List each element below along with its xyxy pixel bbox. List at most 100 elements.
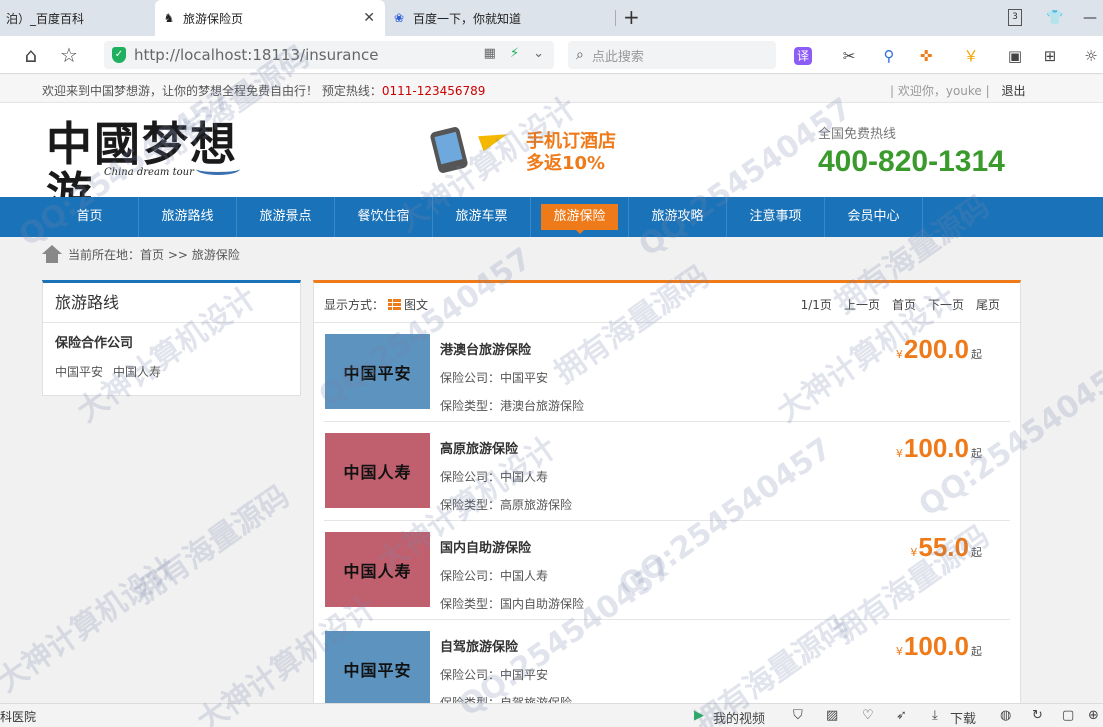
brightness-icon[interactable]: ☼	[1080, 45, 1102, 67]
nav-item[interactable]: 旅游攻略	[629, 197, 727, 237]
insurance-company: 保险公司：中国人寿	[440, 468, 572, 485]
type-prefix: 保险类型：	[440, 399, 501, 413]
currency-symbol: ¥	[895, 348, 903, 361]
insurance-thumbnail[interactable]: 中国人寿	[325, 433, 430, 508]
coupon-icon[interactable]: ￥	[960, 45, 982, 67]
minimize-icon[interactable]: —	[1080, 8, 1100, 28]
insurance-type: 保险类型：港澳台旅游保险	[440, 397, 584, 414]
tab-count-badge[interactable]: 3	[1008, 9, 1022, 26]
nav-item[interactable]: 旅游保险	[531, 197, 629, 237]
insurance-name[interactable]: 国内自助游保险	[440, 537, 584, 556]
status-left-text[interactable]: 科医院	[0, 708, 36, 725]
refresh-icon[interactable]: ↻	[1032, 708, 1043, 723]
window-icon[interactable]: ▢	[1062, 708, 1074, 723]
company-link-renshou[interactable]: 中国人寿	[113, 363, 161, 380]
user-greeting: | 欢迎你，youke |	[890, 84, 990, 98]
url-bar[interactable]: ✓ http://localhost:18113/insurance ▦ ⚡ ⌄	[104, 41, 554, 69]
nav-item[interactable]: 会员中心	[825, 197, 923, 237]
scissors-icon[interactable]: ✂	[838, 45, 860, 67]
url-text[interactable]: http://localhost:18113/insurance	[134, 46, 378, 64]
insurance-item[interactable]: 中国人寿 国内自助游保险 保险公司：中国人寿 保险类型：国内自助游保险 ¥55.0 起	[324, 521, 1010, 620]
gamepad-icon[interactable]: ✜	[915, 45, 937, 67]
close-tab-icon[interactable]: ✕	[363, 10, 375, 26]
security-shield-icon: ✓	[112, 47, 126, 63]
last-page-link[interactable]: 尾页	[976, 296, 1000, 313]
nav-item[interactable]: 旅游车票	[433, 197, 531, 237]
nav-item-label: 旅游景点	[259, 209, 312, 224]
home-breadcrumb-icon	[42, 245, 62, 263]
tab-baidu[interactable]: ❀ 百度一下，你就知道	[385, 0, 615, 36]
insurance-company: 保险公司：中国人寿	[440, 567, 584, 584]
chevron-down-icon[interactable]: ⌄	[533, 46, 544, 61]
zoom-icon[interactable]: ⊕	[1088, 708, 1099, 723]
insurance-item[interactable]: 中国平安 港澳台旅游保险 保险公司：中国平安 保险类型：港澳台旅游保险 ¥200.0 起	[324, 323, 1010, 422]
insurance-thumbnail[interactable]: 中国平安	[325, 334, 430, 409]
price-value: 100.0	[903, 433, 969, 463]
price-value: 100.0	[903, 631, 969, 661]
heart-icon[interactable]: ♡	[862, 708, 874, 723]
company-prefix: 保险公司：	[440, 668, 501, 682]
insurance-thumbnail[interactable]: 中国人寿	[325, 532, 430, 607]
tab-baike[interactable]: 泊）_百度百科	[0, 0, 155, 36]
reader-icon[interactable]: ▣	[1004, 45, 1026, 67]
insurance-item[interactable]: 中国人寿 高原旅游保险 保险公司：中国人寿 保险类型：高原旅游保险 ¥100.0 起	[324, 422, 1010, 521]
nav-item-label: 旅游保险	[541, 204, 618, 230]
apps-grid-icon[interactable]: ⊞	[1039, 45, 1061, 67]
my-video-link[interactable]: 我的视频	[713, 708, 765, 727]
prev-page-link[interactable]: 上一页	[844, 296, 880, 313]
company-value: 中国平安	[500, 668, 549, 682]
first-page-link[interactable]: 首页	[892, 296, 916, 313]
insurance-thumbnail[interactable]: 中国平安	[325, 631, 430, 706]
baidu-paw-icon: ❀	[393, 11, 405, 25]
shirt-skin-icon[interactable]: 👕	[1045, 8, 1065, 28]
qr-code-icon[interactable]: ▦	[484, 46, 496, 61]
nav-item[interactable]: 旅游景点	[237, 197, 335, 237]
rocket-icon[interactable]: ➶	[896, 708, 907, 723]
nav-item[interactable]: 首页	[41, 197, 139, 237]
company-prefix: 保险公司：	[440, 371, 501, 385]
hotel-promo-banner[interactable]: 手机订酒店 多返10%	[429, 125, 630, 177]
nav-item[interactable]: 旅游路线	[139, 197, 237, 237]
logo-english: China dream tour	[104, 167, 194, 178]
user-info: | 欢迎你，youke | 退出	[890, 82, 1026, 99]
nav-item[interactable]: 餐饮住宿	[335, 197, 433, 237]
insurance-info: 港澳台旅游保险 保险公司：中国平安 保险类型：港澳台旅游保险	[440, 339, 584, 425]
phone-icon	[429, 125, 469, 175]
welcome-text: 欢迎来到中国梦想游，让你的梦想全程免费自由行！ 预定热线：0111-123456…	[42, 82, 485, 99]
display-mode-value[interactable]: 图文	[404, 296, 428, 313]
company-list: 中国平安 中国人寿	[43, 351, 300, 380]
sidebar-title: 旅游路线	[43, 283, 300, 323]
new-tab-icon[interactable]: +	[623, 5, 640, 29]
promo-line-1: 手机订酒店	[526, 131, 616, 152]
home-icon[interactable]: ⌂	[20, 44, 42, 66]
insurance-name[interactable]: 高原旅游保险	[440, 438, 572, 457]
search-input[interactable]: ⌕ 点此搜索	[568, 41, 776, 69]
star-bookmark-icon[interactable]: ☆	[58, 44, 80, 66]
tab-insurance[interactable]: ♞ 旅游保险页 ✕	[155, 0, 385, 36]
list-view-icon[interactable]	[388, 299, 402, 310]
insurance-name[interactable]: 自驾旅游保险	[440, 636, 572, 655]
sound-icon[interactable]: ◍	[1000, 708, 1011, 723]
video-play-icon[interactable]: ▶	[694, 708, 704, 723]
lightning-icon[interactable]: ⚡	[510, 46, 519, 61]
price-suffix: 起	[971, 546, 982, 559]
hotline-number: 400-820-1314	[818, 145, 1005, 178]
insurance-name[interactable]: 港澳台旅游保险	[440, 339, 584, 358]
price-suffix: 起	[971, 447, 982, 460]
logout-link[interactable]: 退出	[1002, 84, 1026, 98]
type-value: 高原旅游保险	[500, 498, 573, 512]
site-logo[interactable]: 中國梦想游 China dream tour	[46, 119, 246, 219]
shield-status-icon[interactable]: ⛉	[793, 708, 803, 723]
address-toolbar: ⌂ ☆ ✓ http://localhost:18113/insurance ▦…	[0, 36, 1103, 74]
translate-icon[interactable]: 译	[794, 47, 812, 65]
download-link[interactable]: 下载	[950, 708, 976, 727]
type-prefix: 保险类型：	[440, 498, 501, 512]
company-link-pingan[interactable]: 中国平安	[55, 363, 103, 380]
download-icon[interactable]: ⤓	[932, 708, 938, 723]
next-page-link[interactable]: 下一页	[928, 296, 964, 313]
insurance-type: 保险类型：高原旅游保险	[440, 496, 572, 513]
magnifier-tool-icon[interactable]: ⚲	[878, 45, 900, 67]
image-icon[interactable]: ▨	[826, 708, 838, 723]
top-info-bar: 欢迎来到中国梦想游，让你的梦想全程免费自由行！ 预定热线：0111-123456…	[0, 75, 1103, 103]
nav-item[interactable]: 注意事项	[727, 197, 825, 237]
